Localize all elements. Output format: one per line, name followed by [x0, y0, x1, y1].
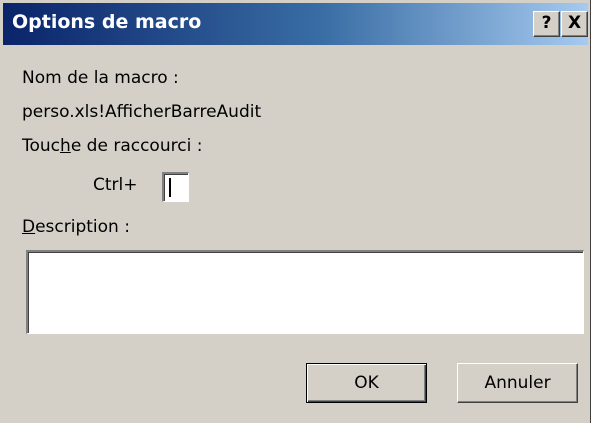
- close-button[interactable]: X: [561, 11, 588, 37]
- dialog-title: Options de macro: [12, 11, 202, 33]
- description-field[interactable]: [26, 250, 584, 334]
- shortcut-key-label: Touche de raccourci :: [22, 136, 202, 156]
- shortcut-key-input[interactable]: [162, 172, 189, 202]
- title-bar[interactable]: Options de macro ? X: [3, 3, 588, 45]
- description-label-mnemonic: D: [22, 217, 36, 237]
- shortcut-label-start: Touc: [22, 136, 61, 156]
- ok-button[interactable]: OK: [306, 363, 427, 403]
- help-button[interactable]: ?: [533, 11, 560, 37]
- macro-name-label: Nom de la macro :: [22, 68, 179, 88]
- text-caret: [169, 178, 171, 197]
- cancel-button[interactable]: Annuler: [457, 363, 578, 403]
- description-label-rest: escription :: [35, 217, 130, 237]
- ctrl-prefix-label: Ctrl+: [93, 175, 138, 195]
- macro-name-value: perso.xls!AfficherBarreAudit: [22, 102, 262, 122]
- macro-options-dialog: Options de macro ? X Nom de la macro : p…: [0, 0, 591, 423]
- shortcut-label-end: e de raccourci :: [70, 136, 203, 156]
- shortcut-label-mnemonic: h: [60, 136, 71, 156]
- description-label: Description :: [22, 217, 130, 237]
